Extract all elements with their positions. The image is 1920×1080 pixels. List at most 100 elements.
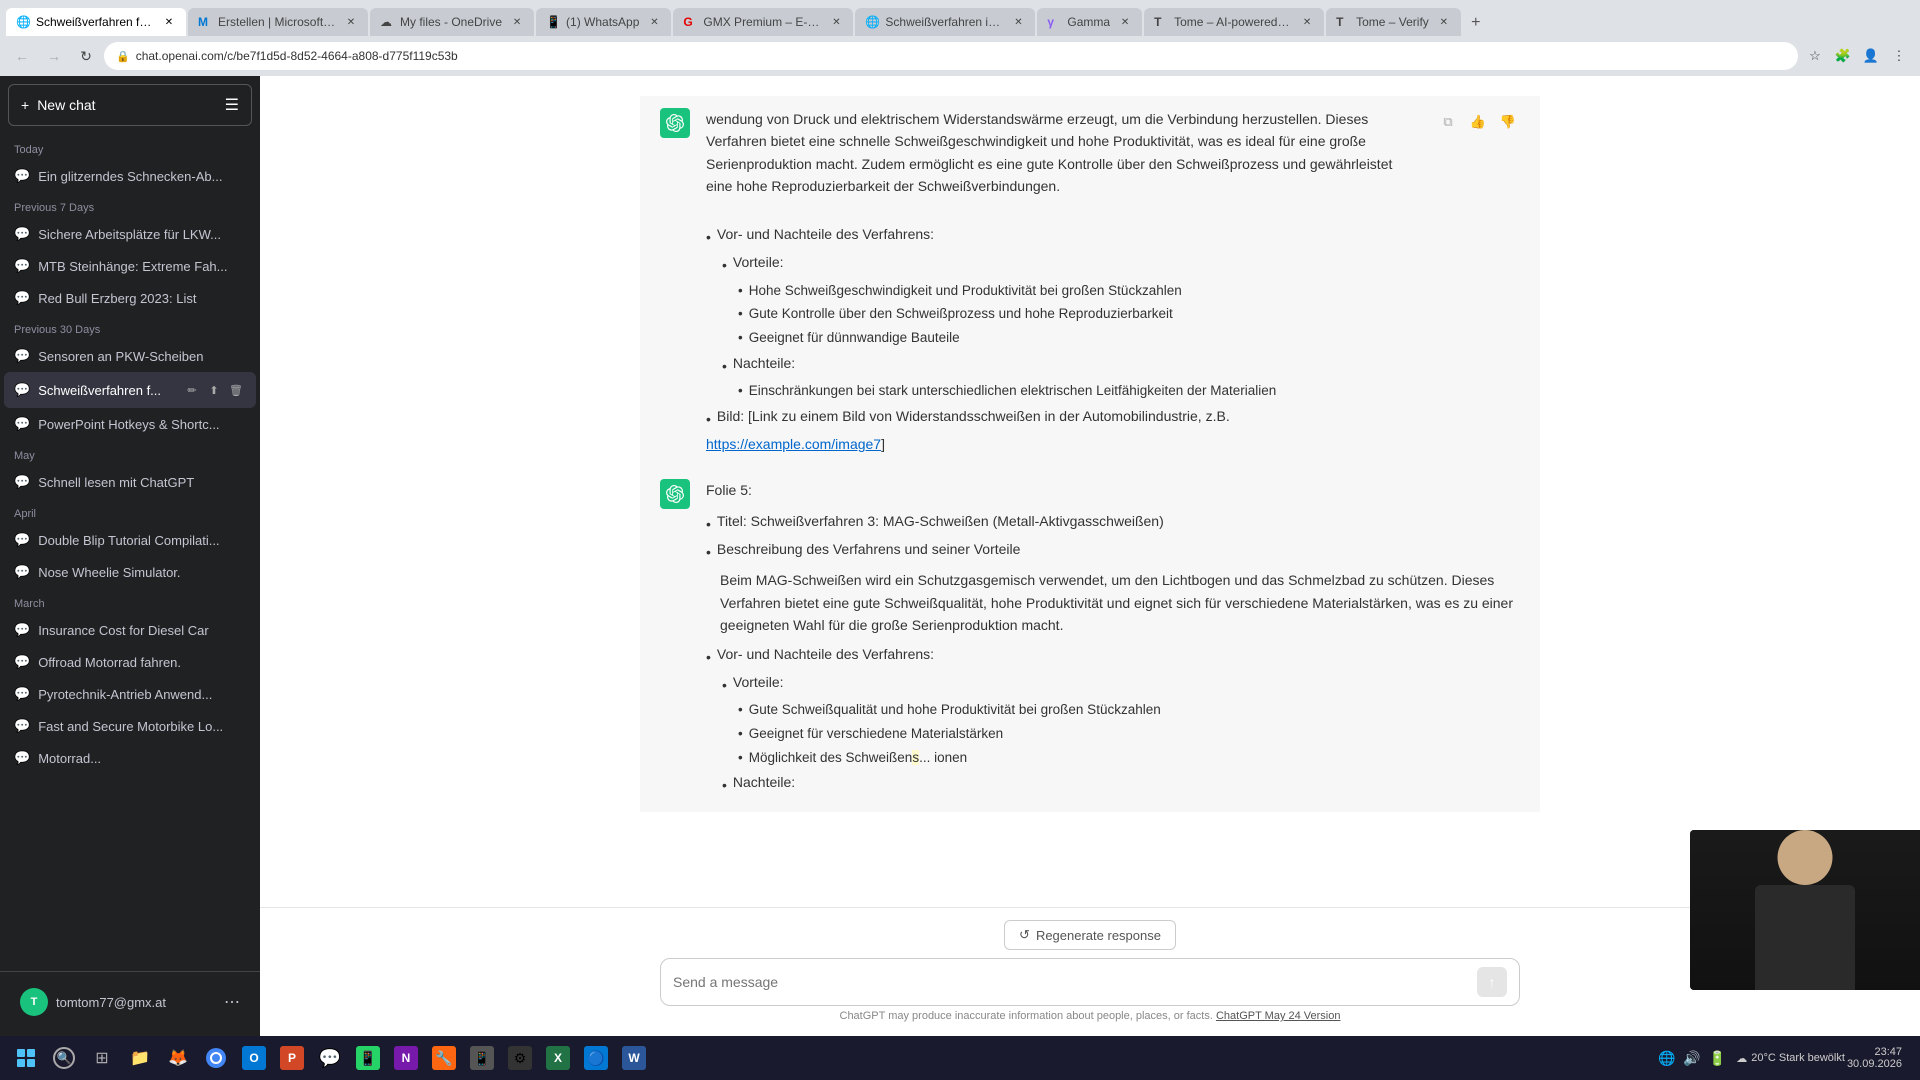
new-chat-button[interactable]: + New chat ☰ [8,84,252,126]
taskbar-search[interactable]: 🔍 [46,1040,82,1076]
sub-dot-3: • [738,327,743,349]
regenerate-button[interactable]: ↺ Regenerate response [1004,920,1176,950]
message-input[interactable] [673,974,1469,990]
taskbar-weather[interactable]: ☁ 20°C Stark bewölkt [1736,1052,1845,1065]
delete-button[interactable]: 🗑 [226,380,246,400]
sidebar-item-moto[interactable]: 💬 Motorrad... [4,742,256,774]
disclaimer-link[interactable]: ChatGPT May 24 Version [1216,1010,1341,1022]
mag-vorteil-text-2: Geeignet für verschiedene Materialstärke… [749,723,1003,745]
message-row-1: wendung von Druck und elektrischem Wider… [640,96,1540,467]
tab-gamma[interactable]: γ Gamma ✕ [1037,8,1142,36]
sidebar-scroll: Today 💬 Ein glitzerndes Schnecken-Ab... … [0,134,260,971]
copy-msg-button[interactable]: ⧉ [1436,110,1460,134]
taskbar-taskview[interactable]: ⊞ [84,1040,120,1076]
user-info[interactable]: T tomtom77@gmx.at ⋯ [12,980,248,1024]
forward-button[interactable]: → [40,42,68,70]
tab-close-wa[interactable]: ✕ [647,15,661,29]
sidebar-item-nose[interactable]: 💬 Nose Wheelie Simulator. [4,556,256,588]
send-button[interactable]: ↑ [1477,967,1507,997]
taskbar-sound-icon[interactable]: 🔊 [1683,1050,1700,1067]
dot-mag-nach: • [722,774,727,796]
address-bar[interactable]: 🔒 chat.openai.com/c/be7f1d5d-8d52-4664-a… [104,42,1798,70]
tab-title-wa: (1) WhatsApp [566,15,639,29]
tab-microsoft[interactable]: M Erstellen | Microsoft 3... ✕ [188,8,368,36]
taskbar-firefox[interactable]: 🦊 [160,1040,196,1076]
tab-close-ms[interactable]: ✕ [344,15,358,29]
bullet-vor-nach: • Vor- und Nachteile des Verfahrens: [706,223,1420,248]
tab-gmx[interactable]: G GMX Premium – E-Ma... ✕ [673,8,853,36]
taskbar-outlook[interactable]: O [236,1040,272,1076]
sidebar-item-redbull[interactable]: 💬 Red Bull Erzberg 2023: List [4,282,256,314]
taskbar-chrome[interactable] [198,1040,234,1076]
taskbar-powerpoint[interactable]: P [274,1040,310,1076]
taskbar-files[interactable]: 📁 [122,1040,158,1076]
taskbar-teams[interactable]: 💬 [312,1040,348,1076]
address-bar-row: ← → ↻ 🔒 chat.openai.com/c/be7f1d5d-8d52-… [0,36,1920,76]
taskbar-battery-icon[interactable]: 🔋 [1709,1050,1726,1067]
sidebar-item-lkw[interactable]: 💬 Sichere Arbeitsplätze für LKW... [4,218,256,250]
tab-active[interactable]: 🌐 Schweißverfahren fü... ✕ [6,8,186,36]
nachteile-label: Nachteile: [733,352,795,377]
taskbar-excel[interactable]: X [540,1040,576,1076]
dot-beschr: • [706,541,711,563]
thumbs-up-button[interactable]: 👍 [1466,110,1490,134]
tab-schweiss2[interactable]: 🌐 Schweißverfahren in ... ✕ [855,8,1035,36]
sidebar-item-insurance[interactable]: 💬 Insurance Cost for Diesel Car [4,614,256,646]
thumbs-down-button[interactable]: 👎 [1496,110,1520,134]
user-more-icon[interactable]: ⋯ [224,992,240,1012]
sidebar-item-text-fb: Fast and Secure Motorbike Lo... [38,719,246,734]
profile-icon[interactable]: 👤 [1858,43,1884,69]
tab-title-od: My files - OneDrive [400,15,502,29]
taskbar-time[interactable]: 23:47 30.09.2026 [1847,1046,1902,1070]
mag-vor-header: • Vorteile: [722,671,1520,696]
share-button[interactable]: ⬆ [204,380,224,400]
back-button[interactable]: ← [8,42,36,70]
tab-close-od[interactable]: ✕ [510,15,524,29]
sidebar-item-pyro[interactable]: 💬 Pyrotechnik-Antrieb Anwend... [4,678,256,710]
sidebar-item-doubleblip[interactable]: 💬 Double Blip Tutorial Compilati... [4,524,256,556]
tab-title-gamma: Gamma [1067,15,1110,29]
tab-close-t2[interactable]: ✕ [1437,15,1451,29]
taskbar-app1[interactable]: 🔧 [426,1040,462,1076]
sidebar-item-sensoren[interactable]: 💬 Sensoren an PKW-Scheiben [4,340,256,372]
taskbar-whatsapp[interactable]: 📱 [350,1040,386,1076]
tab-close-gamma[interactable]: ✕ [1118,15,1132,29]
sidebar-item-schweiss[interactable]: 💬 Schweißverfahren f... ✏ ⬆ 🗑 [4,372,256,408]
example-link[interactable]: https://example.com/image7 [706,436,881,452]
app: + New chat ☰ Today 💬 Ein glitzerndes Sch… [0,76,1920,1036]
sidebar-item-lesen[interactable]: 💬 Schnell lesen mit ChatGPT [4,466,256,498]
refresh-button[interactable]: ↻ [72,42,100,70]
extensions-icon[interactable]: 🧩 [1830,43,1856,69]
tab-close-s2[interactable]: ✕ [1011,15,1025,29]
tab-tome1[interactable]: T Tome – AI-powered s... ✕ [1144,8,1324,36]
taskbar-onenote[interactable]: N [388,1040,424,1076]
taskbar-word[interactable]: W [616,1040,652,1076]
taskbar-app3[interactable]: ⚙ [502,1040,538,1076]
taskbar-network-icon[interactable]: 🌐 [1658,1050,1675,1067]
start-button[interactable] [8,1040,44,1076]
taskbar-app2[interactable]: 📱 [464,1040,500,1076]
edit-button[interactable]: ✏ [182,380,202,400]
bookmark-icon[interactable]: ☆ [1802,43,1828,69]
new-tab-button[interactable]: + [1463,10,1489,36]
tab-favicon-t1: T [1154,15,1168,29]
tab-favicon: 🌐 [16,15,30,29]
tab-whatsapp[interactable]: 📱 (1) WhatsApp ✕ [536,8,671,36]
address-text: chat.openai.com/c/be7f1d5d-8d52-4664-a80… [136,49,1786,63]
settings-icon[interactable]: ⋮ [1886,43,1912,69]
sidebar-item-snecken[interactable]: 💬 Ein glitzerndes Schnecken-Ab... [4,160,256,192]
sidebar-item-mtb[interactable]: 💬 MTB Steinhänge: Extreme Fah... [4,250,256,282]
taskbar-app4[interactable]: 🔵 [578,1040,614,1076]
sidebar-item-text-db: Double Blip Tutorial Compilati... [38,533,246,548]
chat-icon-sen: 💬 [14,348,30,364]
sidebar-item-offroad[interactable]: 💬 Offroad Motorrad fahren. [4,646,256,678]
user-avatar: T [20,988,48,1016]
tab-close-gmx[interactable]: ✕ [829,15,843,29]
tab-close-active[interactable]: ✕ [162,15,176,29]
sidebar-item-fastbike[interactable]: 💬 Fast and Secure Motorbike Lo... [4,710,256,742]
tab-close-t1[interactable]: ✕ [1300,15,1314,29]
tab-tome2[interactable]: T Tome – Verify ✕ [1326,8,1461,36]
taskbar: 🔍 ⊞ 📁 🦊 O P 💬 📱 N 🔧 📱 ⚙ X 🔵 W [0,1036,1920,1080]
sidebar-item-powerpoint[interactable]: 💬 PowerPoint Hotkeys & Shortc... [4,408,256,440]
tab-onedrive[interactable]: ☁ My files - OneDrive ✕ [370,8,534,36]
